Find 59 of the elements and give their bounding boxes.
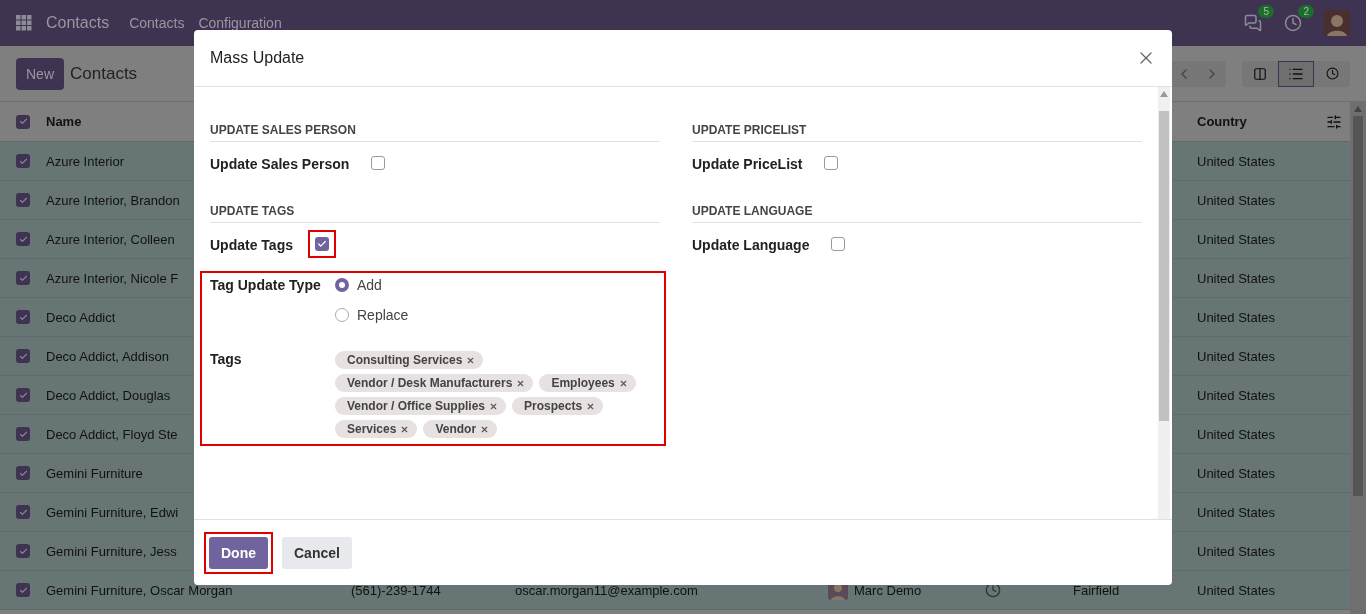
table-cell: United States (1197, 231, 1276, 247)
column-header[interactable]: Name (46, 114, 82, 129)
tag: Vendor / Office Supplies (335, 397, 507, 415)
new-button[interactable]: New (16, 57, 64, 90)
section-heading: UPDATE PRICELIST (692, 123, 1142, 142)
count-badge: 5 (1258, 5, 1274, 18)
table-cell: Azure Interior, Colleen (46, 231, 175, 247)
table-cell: Gemini Furniture, Jess (46, 543, 177, 559)
field-label: Update Tags (210, 237, 293, 253)
done-button[interactable]: Done (209, 536, 268, 569)
radio-option[interactable]: Add (335, 277, 409, 293)
menu-item[interactable]: Configuration (198, 15, 282, 31)
table-cell: Deco Addict, Addison (46, 348, 169, 364)
tag: Consulting Services (335, 351, 484, 369)
table-cell: United States (1197, 504, 1276, 520)
table-cell: Deco Addict, Douglas (46, 387, 171, 403)
tag: Vendor (423, 420, 498, 438)
table-cell: Gemini Furniture, Edwi (46, 504, 179, 520)
tag: Employees (539, 374, 636, 392)
table-cell: Deco Addict, Floyd Ste (46, 426, 178, 442)
section-heading: UPDATE TAGS (210, 204, 660, 223)
table-cell: Gemini Furniture, Oscar Morgan (46, 582, 233, 598)
dialog-title: Mass Update (210, 49, 305, 67)
section-heading: UPDATE SALES PERSON (210, 123, 660, 142)
table-cell: Deco Addict (46, 309, 116, 325)
table-cell: oscar.morgan11@example.com (515, 582, 698, 598)
page-title: Contacts (70, 63, 138, 84)
field-label: Tags (210, 351, 243, 367)
table-cell: United States (1197, 465, 1276, 481)
cancel-button[interactable]: Cancel (282, 536, 352, 569)
table-cell: United States (1197, 387, 1276, 403)
table-cell: (561)-239-1744 (351, 582, 441, 598)
table-cell: United States (1197, 426, 1276, 442)
tag: Prospects (512, 397, 604, 415)
table-cell: Azure Interior, Brandon (46, 192, 180, 208)
tag: Services (335, 420, 418, 438)
table-cell: United States (1197, 153, 1276, 169)
table-cell: Gemini Furniture (46, 465, 143, 481)
table-cell: Fairfield (1073, 582, 1120, 598)
table-cell: Marc Demo (854, 582, 922, 598)
menu-item[interactable]: Contacts (129, 15, 185, 31)
field-label: Update PriceList (692, 156, 803, 172)
count-badge: 2 (1298, 5, 1314, 18)
table-cell: United States (1197, 348, 1276, 364)
field-label: Update Sales Person (210, 156, 350, 172)
table-cell: Azure Interior (46, 153, 125, 169)
table-cell: United States (1197, 543, 1276, 559)
table-cell: United States (1197, 192, 1276, 208)
column-header[interactable]: Country (1197, 114, 1247, 129)
section-heading: UPDATE LANGUAGE (692, 204, 1142, 223)
field-label: Update Language (692, 237, 810, 253)
table-cell: Azure Interior, Nicole F (46, 270, 179, 286)
radio-option[interactable]: Replace (335, 307, 409, 323)
table-cell: United States (1197, 582, 1276, 598)
tag: Vendor / Desk Manufacturers (335, 374, 534, 392)
table-cell: United States (1197, 270, 1276, 286)
app-name[interactable]: Contacts (46, 14, 110, 32)
field-label: Tag Update Type (210, 277, 322, 293)
table-cell: United States (1197, 309, 1276, 325)
